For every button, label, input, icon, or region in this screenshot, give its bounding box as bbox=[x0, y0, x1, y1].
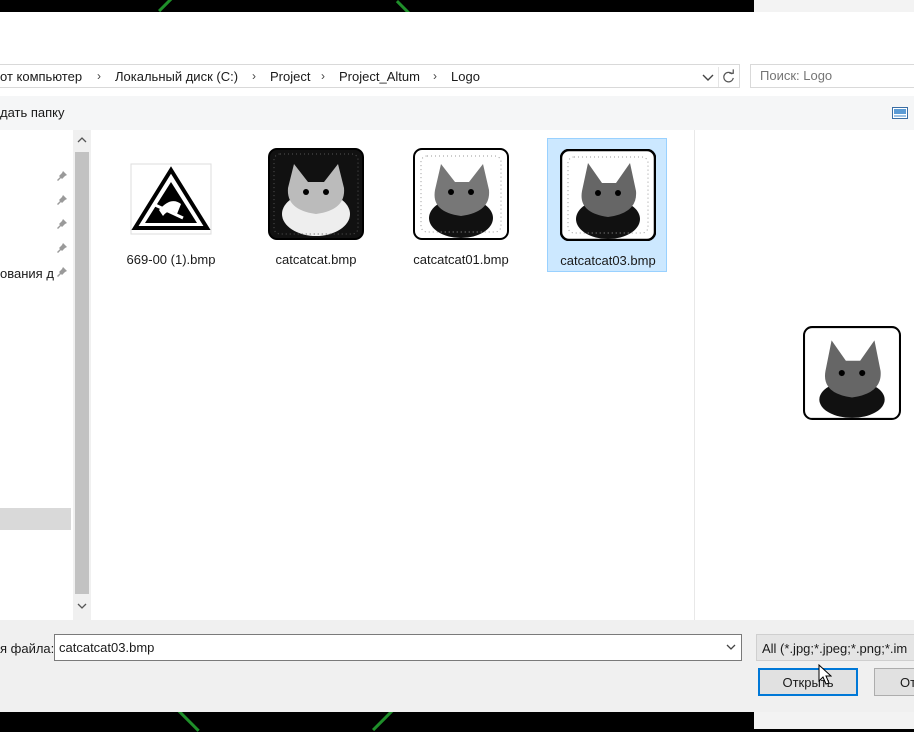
file-name: catcatcat01.bmp bbox=[413, 252, 509, 267]
chevron-right-icon[interactable]: › bbox=[252, 69, 256, 83]
chevron-right-icon[interactable]: › bbox=[321, 69, 325, 83]
breadcrumb-item[interactable]: Logo bbox=[451, 69, 480, 84]
file-name: 669-00 (1).bmp bbox=[126, 252, 216, 267]
mouse-cursor-icon bbox=[818, 664, 832, 685]
view-mode-icon[interactable] bbox=[892, 107, 908, 119]
file-item[interactable]: 669-00 (1).bmp bbox=[111, 138, 231, 272]
breadcrumb-item[interactable]: Project bbox=[270, 69, 310, 84]
breadcrumb-item[interactable]: Project_Altum bbox=[339, 69, 420, 84]
refresh-icon[interactable] bbox=[718, 67, 738, 87]
esd-warning-thumbnail bbox=[130, 163, 212, 235]
file-type-filter[interactable]: All (*.jpg;*.jpeg;*.png;*.im bbox=[756, 634, 914, 661]
chevron-right-icon[interactable]: › bbox=[97, 69, 101, 83]
open-file-dialog: от компьютер › Локальный диск (C:) › Pro… bbox=[0, 12, 914, 712]
file-name: catcatcat.bmp bbox=[275, 252, 357, 267]
cat-dither-thumbnail bbox=[413, 148, 509, 240]
file-item[interactable]: catcatcat01.bmp bbox=[401, 138, 521, 272]
search-box[interactable] bbox=[750, 64, 914, 88]
filename-input[interactable] bbox=[59, 640, 709, 655]
nav-item-selected[interactable] bbox=[0, 508, 71, 530]
cat-dither-preview bbox=[803, 326, 901, 420]
breadcrumb-item[interactable]: Локальный диск (C:) bbox=[115, 69, 238, 84]
file-item-selected[interactable]: catcatcat03.bmp bbox=[547, 138, 667, 272]
scroll-up-icon[interactable] bbox=[77, 136, 87, 144]
navigation-pane: ования д bbox=[0, 130, 73, 620]
file-list: 669-00 (1).bmp catcatcat.bmp catcatcat01… bbox=[91, 130, 694, 620]
open-button[interactable]: Открыть bbox=[758, 668, 858, 696]
cat-dither-thumbnail bbox=[268, 148, 364, 240]
cat-dither-thumbnail bbox=[560, 149, 656, 241]
new-folder-button[interactable]: дать папку bbox=[0, 105, 65, 120]
pin-icon[interactable] bbox=[56, 266, 68, 278]
chevron-down-icon[interactable] bbox=[725, 641, 737, 653]
nav-scrollbar[interactable] bbox=[73, 130, 91, 620]
preview-pane bbox=[694, 130, 914, 620]
breadcrumb-item[interactable]: от компьютер bbox=[0, 69, 82, 84]
search-input[interactable] bbox=[760, 68, 914, 83]
file-item[interactable]: catcatcat.bmp bbox=[256, 138, 376, 272]
pin-icon[interactable] bbox=[56, 218, 68, 230]
address-bar[interactable]: от компьютер › Локальный диск (C:) › Pro… bbox=[0, 64, 740, 88]
filename-combobox[interactable] bbox=[54, 634, 742, 661]
file-name: catcatcat03.bmp bbox=[560, 253, 656, 268]
background-line bbox=[158, 0, 175, 13]
chevron-down-icon[interactable] bbox=[700, 69, 716, 85]
cancel-button[interactable]: От bbox=[874, 668, 914, 696]
pin-icon[interactable] bbox=[56, 242, 68, 254]
toolbar: дать папку bbox=[0, 96, 914, 132]
file-type-filter-label: All (*.jpg;*.jpeg;*.png;*.im bbox=[762, 641, 908, 656]
pin-icon[interactable] bbox=[56, 194, 68, 206]
scroll-down-icon[interactable] bbox=[77, 602, 87, 610]
bottom-bar: я файла: All (*.jpg;*.jpeg;*.png;*.im От… bbox=[0, 620, 914, 712]
scroll-thumb[interactable] bbox=[75, 152, 89, 594]
pin-icon[interactable] bbox=[56, 170, 68, 182]
nav-item-label[interactable]: ования д bbox=[0, 266, 54, 281]
chevron-right-icon[interactable]: › bbox=[433, 69, 437, 83]
filename-label: я файла: bbox=[0, 641, 55, 656]
